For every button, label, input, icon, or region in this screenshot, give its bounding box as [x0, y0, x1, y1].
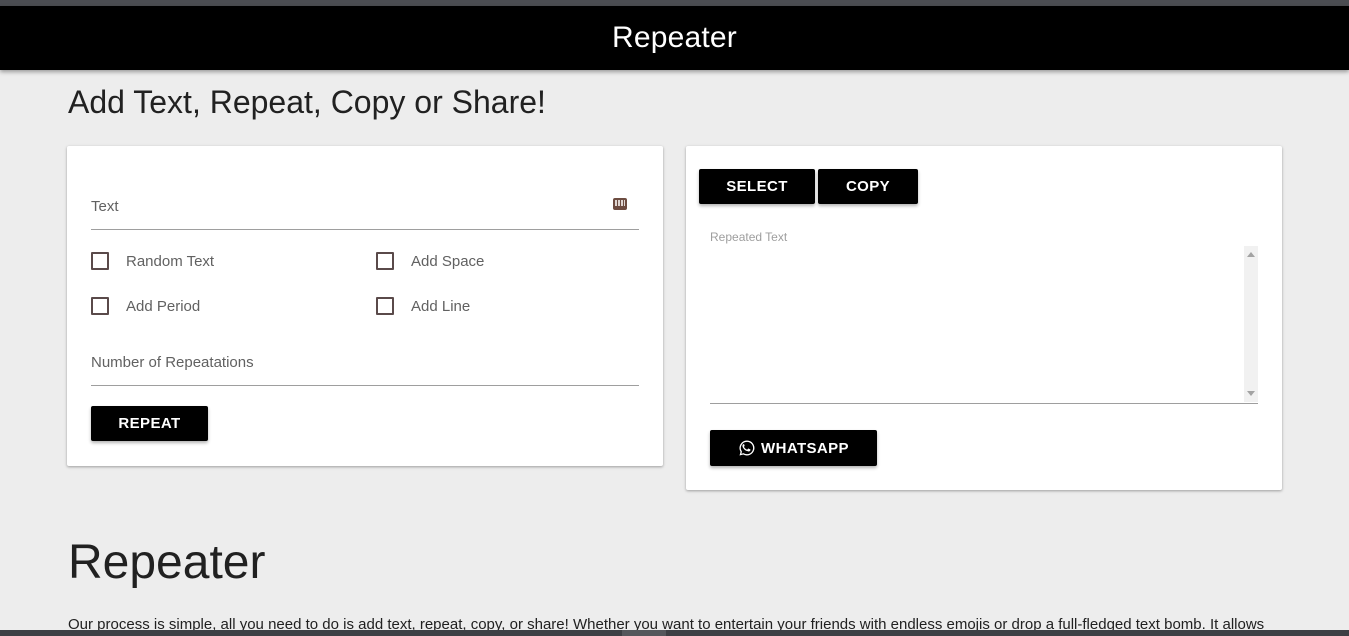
whatsapp-icon: [739, 440, 755, 456]
about-title: Repeater: [68, 536, 266, 589]
checkbox-add-space[interactable]: Add Space: [376, 252, 484, 270]
whatsapp-button-label: WHATSAPP: [761, 439, 849, 457]
repeat-count-input[interactable]: Number of Repeatations: [91, 340, 639, 386]
checkbox-box[interactable]: [376, 252, 394, 270]
bottom-scrollbar[interactable]: [0, 630, 1349, 636]
checkbox-random-text[interactable]: Random Text: [91, 252, 214, 270]
input-card: Text Random Text Add Space Add Period Ad…: [67, 146, 663, 466]
checkbox-box[interactable]: [91, 252, 109, 270]
copy-button[interactable]: COPY: [818, 169, 918, 204]
checkbox-box[interactable]: [91, 297, 109, 315]
checkbox-label: Add Line: [411, 297, 471, 315]
text-input[interactable]: Text: [91, 184, 639, 230]
checkbox-add-period[interactable]: Add Period: [91, 297, 200, 315]
scroll-down-icon[interactable]: [1247, 391, 1255, 396]
repeat-count-label: Number of Repeatations: [91, 354, 254, 371]
repeated-text-area[interactable]: [710, 246, 1258, 404]
scrollbar-thumb[interactable]: [622, 630, 666, 636]
whatsapp-button[interactable]: WHATSAPP: [710, 430, 877, 466]
keyboard-icon[interactable]: [613, 198, 627, 210]
textarea-scrollbar[interactable]: [1244, 246, 1258, 402]
output-card: SELECT COPY Repeated Text WHATSAPP: [686, 146, 1282, 490]
scroll-up-icon[interactable]: [1247, 252, 1255, 257]
navbar: Repeater: [0, 6, 1349, 70]
text-input-label: Text: [91, 198, 119, 215]
repeat-button[interactable]: REPEAT: [91, 406, 208, 441]
repeated-text-label: Repeated Text: [710, 230, 788, 244]
page-title: Add Text, Repeat, Copy or Share!: [68, 84, 546, 120]
checkbox-add-line[interactable]: Add Line: [376, 297, 470, 315]
navbar-brand[interactable]: Repeater: [612, 21, 737, 55]
checkbox-label: Add Period: [126, 297, 201, 315]
checkbox-box[interactable]: [376, 297, 394, 315]
checkbox-label: Add Space: [411, 252, 485, 270]
checkbox-label: Random Text: [126, 252, 215, 270]
select-button[interactable]: SELECT: [699, 169, 815, 204]
